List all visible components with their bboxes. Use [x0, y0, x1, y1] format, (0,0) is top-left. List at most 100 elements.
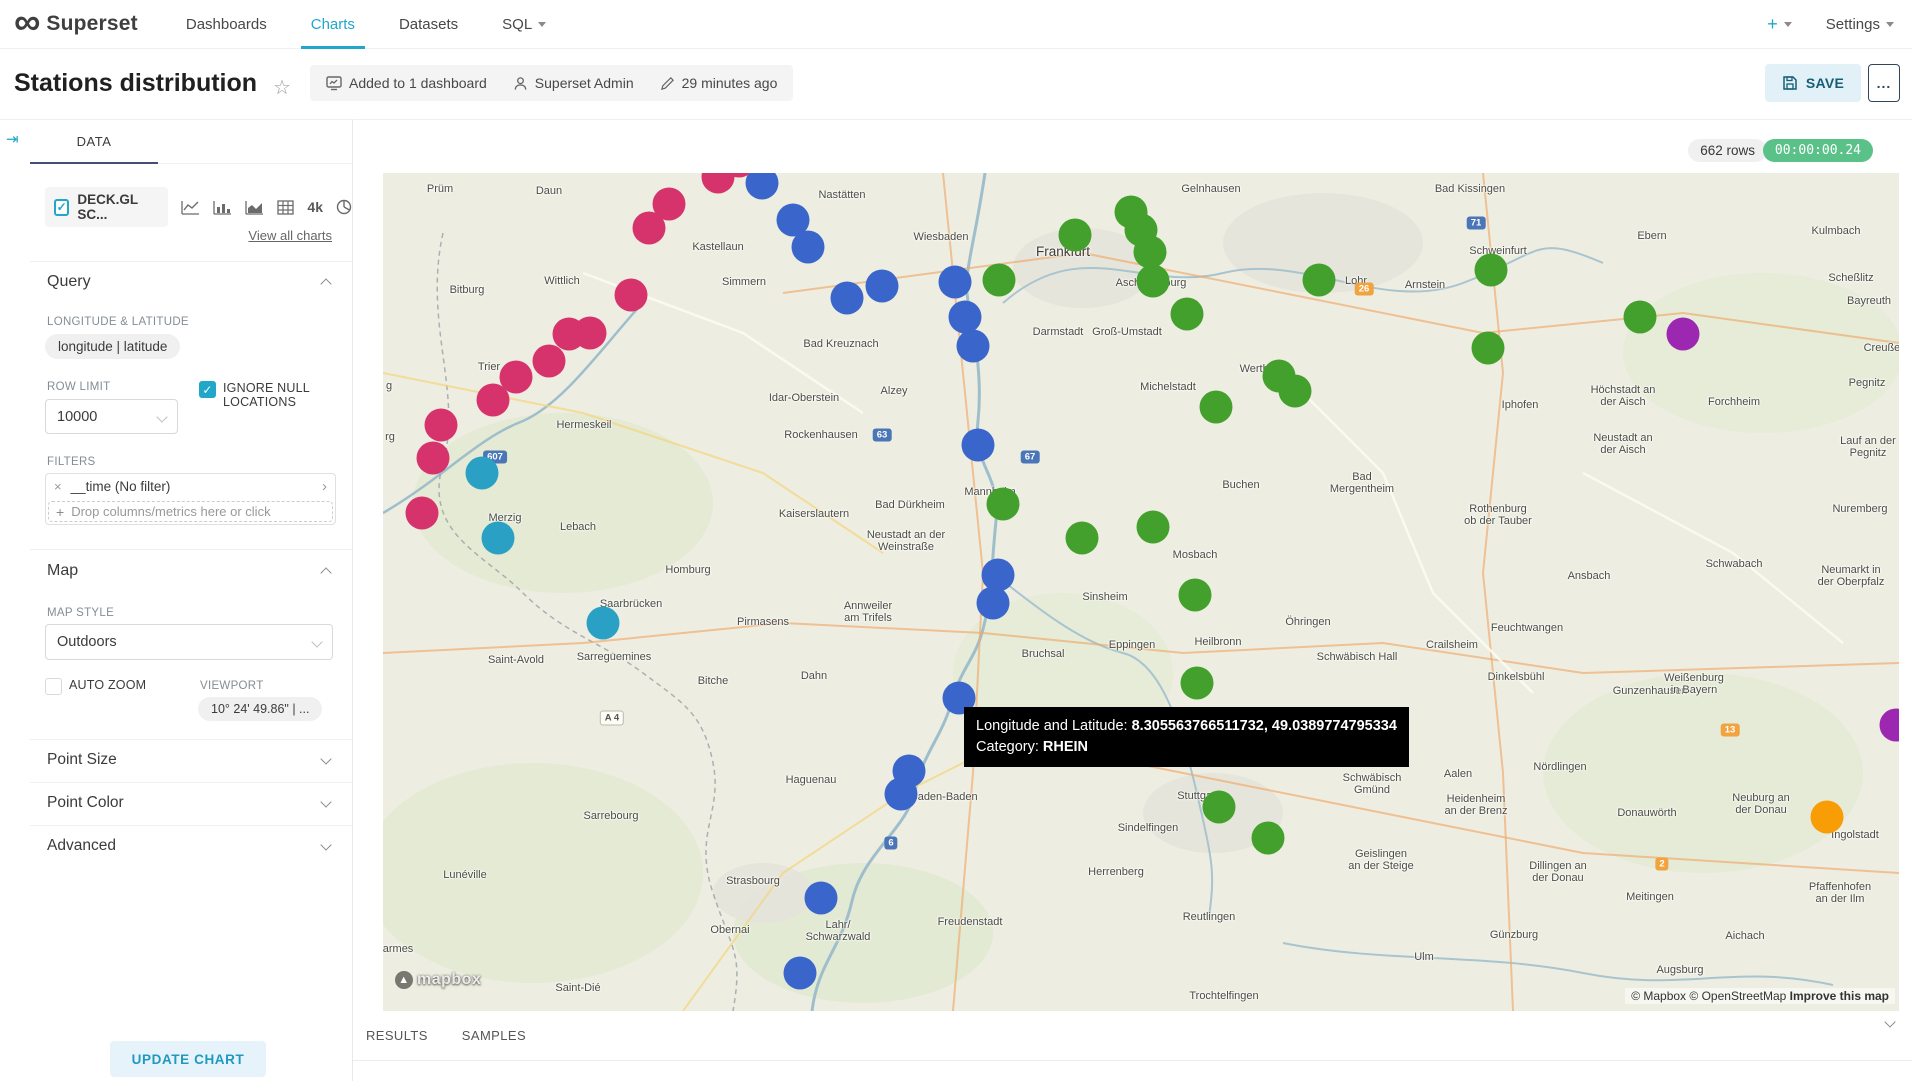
map-point[interactable] [939, 266, 972, 299]
map-point[interactable] [977, 587, 1010, 620]
panel-tabs: DATA [30, 120, 352, 164]
remove-filter-icon[interactable]: × [54, 479, 62, 494]
superset-logo[interactable]: ∞ Superset [14, 6, 138, 42]
map-point[interactable] [1134, 236, 1167, 269]
mapbox-logo[interactable]: ▲ mapbox [395, 971, 481, 989]
tab-data[interactable]: DATA [30, 120, 158, 164]
advanced-section-header[interactable]: Advanced [47, 837, 116, 855]
ignore-null-checkbox[interactable]: ✓ IGNORE NULL LOCATIONS [199, 381, 339, 409]
more-options-button[interactable]: ... [1868, 64, 1900, 102]
map-point[interactable] [1171, 298, 1204, 331]
map-point[interactable] [1475, 254, 1508, 287]
map-point[interactable] [866, 270, 899, 303]
viewport-chip[interactable]: 10° 24' 49.86" | ... [198, 697, 322, 721]
filter-drop-zone[interactable]: + Drop columns/metrics here or click [48, 501, 333, 522]
map-point[interactable] [784, 957, 817, 990]
line-chart-icon[interactable] [181, 200, 200, 215]
chevron-down-icon[interactable] [320, 796, 331, 807]
big-number-chart-icon[interactable]: 4k [307, 199, 323, 215]
favorite-star-icon[interactable]: ☆ [273, 75, 291, 100]
map-point[interactable] [831, 282, 864, 315]
mapbox-attribution-link[interactable]: © Mapbox [1631, 989, 1686, 1003]
divider [30, 549, 352, 550]
map-point[interactable] [587, 607, 620, 640]
map-point[interactable] [533, 345, 566, 378]
checkbox-checked-icon: ✓ [54, 199, 69, 216]
improve-map-link[interactable]: Improve this map [1790, 989, 1889, 1003]
map-point[interactable] [1181, 667, 1214, 700]
map-canvas[interactable]: Longitude and Latitude: 8.30556376651173… [383, 173, 1899, 1011]
map-point[interactable] [425, 409, 458, 442]
nav-item-charts[interactable]: Charts [311, 0, 355, 49]
map-point[interactable] [417, 442, 450, 475]
map-point[interactable] [615, 279, 648, 312]
divider [30, 739, 352, 740]
nav-right-group: + Settings [1767, 0, 1894, 49]
tab-samples[interactable]: SAMPLES [462, 1028, 526, 1043]
map-point[interactable] [553, 318, 586, 351]
collapse-results-chevron-icon[interactable] [1884, 1016, 1895, 1027]
tab-results[interactable]: RESULTS [366, 1028, 428, 1043]
map-point[interactable] [1303, 264, 1336, 297]
dashboards-meta[interactable]: Added to 1 dashboard [326, 75, 487, 91]
map-point[interactable] [987, 488, 1020, 521]
point-size-section-header[interactable]: Point Size [47, 751, 117, 769]
lon-lat-chip[interactable]: longitude | latitude [45, 334, 180, 359]
map-section-header[interactable]: Map [47, 562, 78, 580]
map-point[interactable] [1472, 332, 1505, 365]
map-point[interactable] [962, 429, 995, 462]
save-button[interactable]: SAVE [1765, 64, 1861, 102]
new-item-button[interactable]: + [1767, 0, 1792, 49]
map-point[interactable] [949, 301, 982, 334]
view-all-charts-link[interactable]: View all charts [248, 228, 332, 243]
map-point[interactable] [805, 882, 838, 915]
chevron-up-icon[interactable] [320, 567, 331, 578]
viz-type-chip[interactable]: ✓ DECK.GL SC... [45, 187, 168, 227]
map-point[interactable] [1279, 375, 1312, 408]
map-point[interactable] [1667, 318, 1700, 351]
map-point[interactable] [1059, 219, 1092, 252]
area-chart-icon[interactable] [245, 200, 264, 215]
nav-item-datasets[interactable]: Datasets [399, 0, 458, 49]
filter-item-time[interactable]: × __time (No filter) › [46, 474, 335, 499]
map-point[interactable] [406, 497, 439, 530]
map-point[interactable] [482, 522, 515, 555]
osm-attribution-link[interactable]: © OpenStreetMap [1689, 989, 1786, 1003]
table-chart-icon[interactable] [277, 200, 294, 215]
query-section-header[interactable]: Query [47, 273, 91, 291]
map-point[interactable] [1624, 301, 1657, 334]
map-point[interactable] [885, 778, 918, 811]
chevron-up-icon[interactable] [320, 278, 331, 289]
map-point[interactable] [477, 384, 510, 417]
collapse-panel-icon[interactable]: ⇥ [6, 130, 19, 148]
pie-chart-icon[interactable] [336, 199, 352, 215]
map-point[interactable] [1811, 801, 1844, 834]
filters-label: FILTERS [47, 456, 96, 468]
owner-meta[interactable]: Superset Admin [513, 75, 634, 91]
chevron-down-icon[interactable] [320, 839, 331, 850]
nav-item-sql[interactable]: SQL [502, 0, 546, 49]
bar-chart-icon[interactable] [213, 200, 232, 215]
map-point[interactable] [1137, 511, 1170, 544]
map-point[interactable] [983, 264, 1016, 297]
chevron-down-icon[interactable] [320, 753, 331, 764]
nav-item-dashboards[interactable]: Dashboards [186, 0, 267, 49]
divider [30, 782, 352, 783]
auto-zoom-checkbox[interactable]: AUTO ZOOM [45, 678, 146, 695]
map-point[interactable] [1066, 522, 1099, 555]
map-point[interactable] [1179, 579, 1212, 612]
row-limit-select[interactable]: 10000 [45, 399, 178, 434]
map-style-select[interactable]: Outdoors [45, 624, 333, 660]
settings-menu[interactable]: Settings [1826, 0, 1894, 49]
map-point[interactable] [1137, 265, 1170, 298]
map-point[interactable] [466, 457, 499, 490]
map-point[interactable] [957, 330, 990, 363]
map-point[interactable] [792, 231, 825, 264]
map-point[interactable] [1252, 822, 1285, 855]
map-point[interactable] [1200, 391, 1233, 424]
map-point[interactable] [1203, 791, 1236, 824]
update-chart-button[interactable]: UPDATE CHART [110, 1041, 266, 1077]
last-modified-meta[interactable]: 29 minutes ago [660, 75, 778, 91]
point-color-section-header[interactable]: Point Color [47, 794, 124, 812]
map-point[interactable] [653, 188, 686, 221]
